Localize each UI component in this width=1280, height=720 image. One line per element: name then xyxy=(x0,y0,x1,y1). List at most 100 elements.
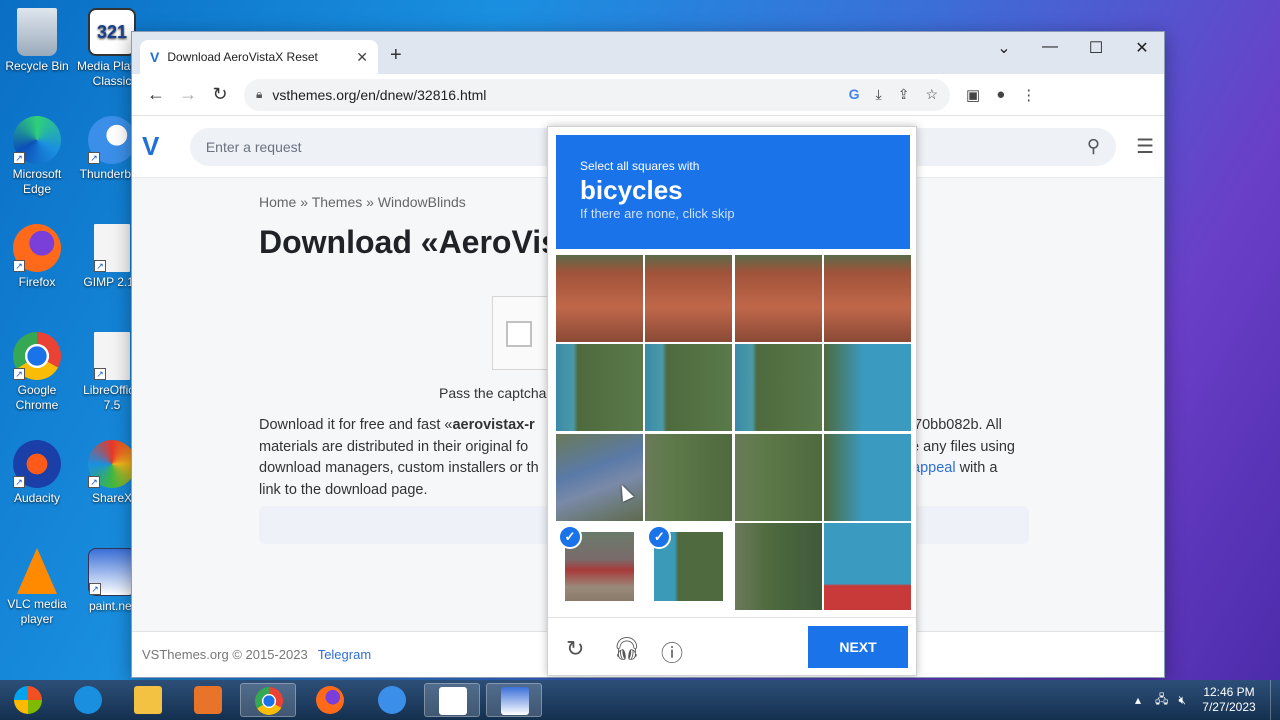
gimp-icon: ↗ xyxy=(94,224,130,272)
taskbar-thunderbird[interactable] xyxy=(364,683,420,717)
paintnet-icon: ↗ xyxy=(88,548,136,596)
close-window-button[interactable]: ✕ xyxy=(1119,38,1165,58)
captcha-challenge: Select all squares with bicycles If ther… xyxy=(547,126,917,676)
captcha-tile[interactable] xyxy=(556,255,643,342)
google-icon[interactable]: G xyxy=(849,86,860,103)
lock-icon: 🔒︎ xyxy=(256,87,263,101)
back-button[interactable]: ← xyxy=(140,84,172,105)
captcha-tile[interactable] xyxy=(645,344,733,432)
toolbar: ← → ↻ 🔒︎ vsthemes.org/en/dnew/32816.html… xyxy=(132,74,1164,116)
install-icon[interactable]: ⤓ xyxy=(876,86,882,103)
breadcrumb-home[interactable]: Home xyxy=(259,194,296,210)
captcha-hint: If there are none, click skip xyxy=(580,206,735,221)
breadcrumb-themes[interactable]: Themes xyxy=(312,194,363,210)
captcha-tile[interactable] xyxy=(734,433,822,521)
taskbar-media[interactable] xyxy=(180,683,236,717)
thunderbird-icon xyxy=(378,686,406,714)
captcha-tile[interactable]: ✓ xyxy=(556,522,643,610)
taskbar: ▴ 🖧︎ 🔇︎ 12:46 PM 7/27/2023 xyxy=(0,680,1280,720)
captcha-tile[interactable] xyxy=(645,255,733,342)
windows-logo-icon xyxy=(14,686,42,714)
audacity-icon: ↗ xyxy=(13,440,61,488)
captcha-checkbox[interactable] xyxy=(506,321,532,347)
hamburger-menu-icon[interactable]: ☰ xyxy=(1136,134,1154,159)
pass-captcha-text: Pass the captcha xyxy=(439,385,547,401)
forward-button[interactable]: → xyxy=(172,84,204,105)
show-desktop-button[interactable] xyxy=(1270,680,1280,720)
captcha-tile[interactable] xyxy=(734,522,822,610)
new-tab-button[interactable]: + xyxy=(390,44,402,67)
taskbar-ie[interactable] xyxy=(60,683,116,717)
volume-muted-icon[interactable]: 🔇︎ xyxy=(1178,693,1186,708)
minimize-button[interactable]: — xyxy=(1027,38,1073,56)
tab-search-chevron-icon[interactable]: ⌄ xyxy=(981,38,1027,58)
media-player-icon xyxy=(439,687,467,715)
breadcrumb-windowblinds[interactable]: WindowBlinds xyxy=(378,194,466,210)
share-icon[interactable]: ⇪ xyxy=(898,86,910,103)
desktop-icon-recycle-bin[interactable]: Recycle Bin xyxy=(0,8,74,74)
taskbar-explorer[interactable] xyxy=(120,683,176,717)
menu-kebab-icon[interactable]: ⋮ xyxy=(1021,86,1036,104)
next-button[interactable]: NEXT xyxy=(808,626,908,668)
start-button[interactable] xyxy=(0,683,52,717)
vlc-icon xyxy=(17,548,57,594)
taskbar-paintnet[interactable] xyxy=(486,683,542,717)
chrome-icon: ↗ xyxy=(13,332,61,380)
reload-button[interactable]: ↻ xyxy=(204,84,236,105)
tab-strip: V Download AeroVistaX Reset ✕ + ⌄ — ☐ ✕ xyxy=(132,32,1164,74)
desktop-icon-firefox[interactable]: ↗ Firefox xyxy=(0,224,74,290)
captcha-widget[interactable] xyxy=(492,296,552,370)
media-player-icon: 321 xyxy=(88,8,136,56)
taskbar-media-player[interactable] xyxy=(424,683,480,717)
edge-icon: ↗ xyxy=(13,116,61,164)
firefox-icon xyxy=(316,686,344,714)
captcha-tile[interactable] xyxy=(823,255,911,342)
vsthemes-favicon-icon: V xyxy=(150,49,160,65)
captcha-tile[interactable]: ✓ xyxy=(645,522,733,610)
maximize-button[interactable]: ☐ xyxy=(1073,38,1119,58)
captcha-header: Select all squares with bicycles If ther… xyxy=(556,135,910,249)
close-tab-icon[interactable]: ✕ xyxy=(356,49,368,66)
ie-icon xyxy=(74,686,102,714)
audio-headphones-icon[interactable]: 🎧︎ xyxy=(613,636,641,662)
captcha-tile[interactable] xyxy=(823,433,911,521)
captcha-instruction: Select all squares with xyxy=(580,159,700,173)
media-icon xyxy=(194,686,222,714)
captcha-image-grid: ✓ ✓ xyxy=(556,255,911,610)
captcha-tile[interactable] xyxy=(556,344,643,432)
appeal-link[interactable]: appeal xyxy=(912,460,956,476)
refresh-icon[interactable]: ↻ xyxy=(566,636,584,662)
network-icon[interactable]: 🖧︎ xyxy=(1155,690,1168,711)
chrome-icon xyxy=(255,687,283,715)
captcha-tile[interactable] xyxy=(734,344,822,432)
captcha-target: bicycles xyxy=(580,175,683,205)
tray-overflow-icon[interactable]: ▴ xyxy=(1135,693,1141,707)
address-bar[interactable]: 🔒︎ vsthemes.org/en/dnew/32816.html G ⤓ ⇪… xyxy=(244,78,950,111)
desktop-icon-vlc[interactable]: VLC media player xyxy=(0,548,74,627)
desktop-icon-chrome[interactable]: ↗ Google Chrome xyxy=(0,332,74,413)
profile-icon[interactable]: ● xyxy=(996,86,1005,104)
captcha-tile[interactable] xyxy=(734,255,822,342)
vsthemes-logo-icon[interactable]: V xyxy=(142,131,182,162)
clock[interactable]: 12:46 PM 7/27/2023 xyxy=(1194,685,1264,715)
desktop-icon-edge[interactable]: ↗ Microsoft Edge xyxy=(0,116,74,197)
info-icon[interactable]: ⓘ xyxy=(661,636,683,668)
folder-icon xyxy=(134,686,162,714)
captcha-tile[interactable] xyxy=(823,344,911,432)
paintnet-icon xyxy=(501,687,529,715)
tab-active[interactable]: V Download AeroVistaX Reset ✕ xyxy=(140,40,378,74)
bookmark-star-icon[interactable]: ☆ xyxy=(925,86,938,103)
captcha-footer: ↻ 🎧︎ ⓘ NEXT xyxy=(548,617,916,675)
captcha-tile[interactable] xyxy=(645,433,733,521)
telegram-link[interactable]: Telegram xyxy=(318,647,371,662)
thunderbird-icon: ↗ xyxy=(88,116,136,164)
taskbar-firefox[interactable] xyxy=(302,683,358,717)
search-icon[interactable]: ⚲ xyxy=(1087,136,1100,157)
captcha-tile[interactable] xyxy=(556,433,643,521)
sharex-icon: ↗ xyxy=(88,440,136,488)
taskbar-chrome[interactable] xyxy=(240,683,296,717)
side-panel-icon[interactable]: ▣ xyxy=(966,86,980,104)
check-icon: ✓ xyxy=(558,524,582,549)
desktop-icon-audacity[interactable]: ↗ Audacity xyxy=(0,440,74,506)
captcha-tile[interactable] xyxy=(823,522,911,610)
